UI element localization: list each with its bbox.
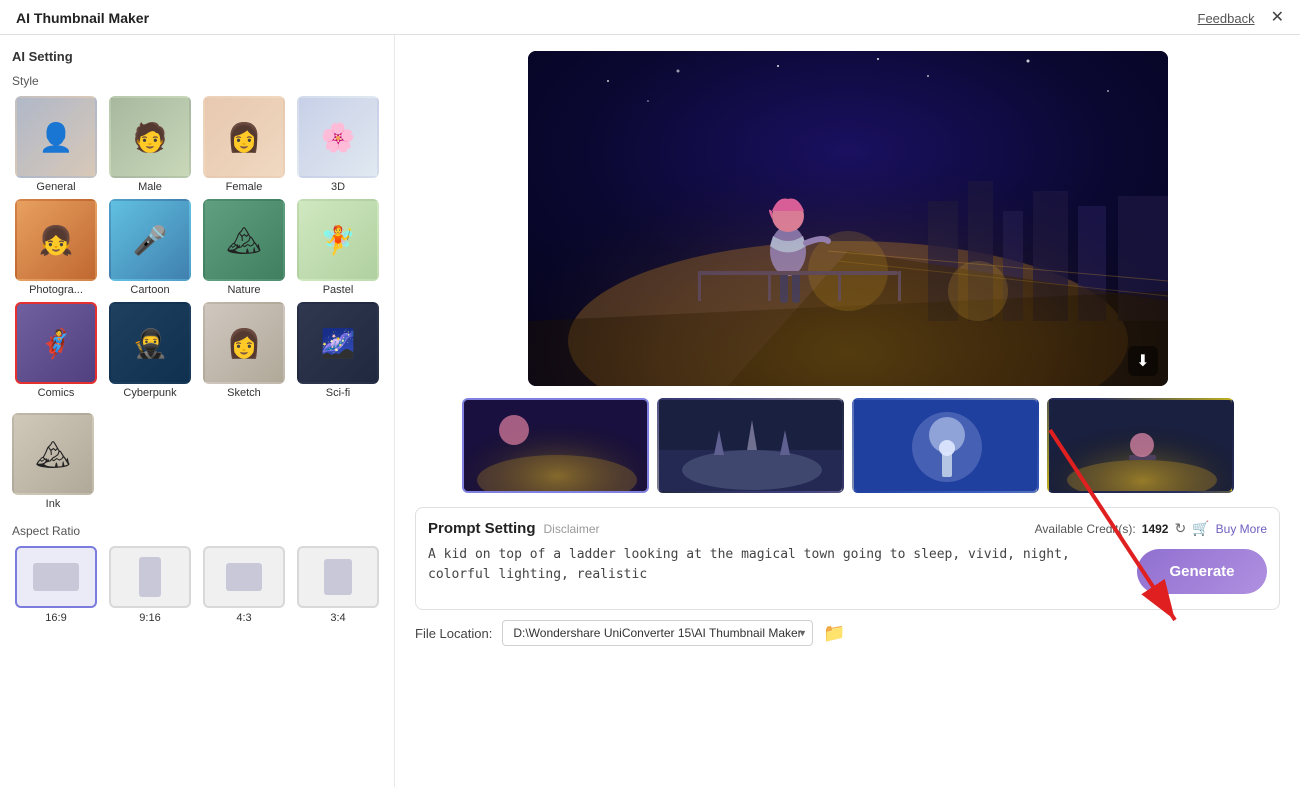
disclaimer-link[interactable]: Disclaimer [544, 522, 600, 536]
aspect-inner-34 [324, 559, 352, 595]
style-label-sketch: Sketch [227, 387, 261, 399]
aspect-inner-169 [33, 563, 79, 591]
aspect-box-169 [15, 546, 97, 608]
buy-more-button[interactable]: Buy More [1216, 522, 1267, 536]
thumbnail-4[interactable] [1047, 398, 1234, 493]
style-label-cyberpunk: Cyberpunk [123, 387, 176, 399]
style-label-nature: Nature [227, 284, 260, 296]
app-window: AI Thumbnail Maker Feedback ✕ AI Setting… [0, 0, 1300, 787]
style-label-3d: 3D [331, 181, 345, 193]
aspect-item-34[interactable]: 3:4 [294, 546, 382, 624]
thumbnail-1[interactable] [462, 398, 649, 493]
file-location-label: File Location: [415, 626, 492, 641]
style-item-comics[interactable]: 🦸 Comics [12, 302, 100, 399]
style-item-male[interactable]: 🧑 Male [106, 96, 194, 193]
credits-label: Available Credit(s): [1035, 522, 1136, 536]
thumbnail-3[interactable] [852, 398, 1039, 493]
aspect-box-43 [203, 546, 285, 608]
prompt-section: Prompt Setting Disclaimer Available Cred… [415, 507, 1280, 610]
buy-more-icon: 🛒 [1192, 520, 1209, 537]
prompt-header: Prompt Setting Disclaimer Available Cred… [428, 520, 1267, 537]
aspect-item-916[interactable]: 9:16 [106, 546, 194, 624]
style-item-sketch[interactable]: 👩 Sketch [200, 302, 288, 399]
style-label-female: Female [226, 181, 263, 193]
app-title: AI Thumbnail Maker [16, 10, 149, 26]
folder-icon[interactable]: 📁 [823, 623, 845, 644]
main-preview-image: ⬇ [528, 51, 1168, 386]
thumbnail-2[interactable] [657, 398, 844, 493]
file-location: File Location: D:\Wondershare UniConvert… [415, 610, 1280, 646]
aspect-inner-916 [139, 557, 161, 597]
style-item-general[interactable]: 👤 General [12, 96, 100, 193]
aspect-box-916 [109, 546, 191, 608]
main-preview-inner: ⬇ [528, 51, 1168, 386]
title-bar-actions: Feedback ✕ [1198, 10, 1285, 26]
aspect-ratio-section: Aspect Ratio 16:9 9:16 [12, 524, 382, 624]
style-label-ink: Ink [46, 498, 61, 510]
aspect-label-34: 3:4 [330, 612, 345, 624]
generate-button[interactable]: Generate [1137, 549, 1267, 594]
style-label-comics: Comics [38, 387, 75, 399]
aspect-item-43[interactable]: 4:3 [200, 546, 288, 624]
style-item-nature[interactable]: 🏔 Nature [200, 199, 288, 296]
aspect-ratio-label: Aspect Ratio [12, 524, 382, 538]
file-path-wrapper: D:\Wondershare UniConverter 15\AI Thumbn… [502, 620, 813, 646]
style-label: Style [12, 74, 382, 88]
style-label-male: Male [138, 181, 162, 193]
refresh-icon[interactable]: ↻ [1174, 520, 1186, 537]
file-path-select[interactable]: D:\Wondershare UniConverter 15\AI Thumbn… [502, 620, 813, 646]
preview-svg [528, 51, 1168, 386]
aspect-box-34 [297, 546, 379, 608]
download-overlay[interactable]: ⬇ [1128, 346, 1157, 376]
style-label-photogra: Photogra... [29, 284, 83, 296]
aspect-ratio-grid: 16:9 9:16 4:3 [12, 546, 382, 624]
title-bar: AI Thumbnail Maker Feedback ✕ [0, 0, 1300, 35]
style-item-photogra[interactable]: 👧 Photogra... [12, 199, 100, 296]
style-item-3d[interactable]: 🌸 3D [294, 96, 382, 193]
credits-count: 1492 [1142, 522, 1169, 536]
ai-setting-label: AI Setting [12, 49, 382, 64]
feedback-link[interactable]: Feedback [1198, 11, 1255, 26]
aspect-label-169: 16:9 [45, 612, 66, 624]
aspect-label-43: 4:3 [236, 612, 251, 624]
left-panel: AI Setting Style 👤 General 🧑 Male 👩 Fema… [0, 35, 395, 787]
style-item-cyberpunk[interactable]: 🥷 Cyberpunk [106, 302, 194, 399]
style-item-scifi[interactable]: 🌌 Sci-fi [294, 302, 382, 399]
credits-area: Available Credit(s): 1492 ↻ 🛒 Buy More [1035, 520, 1267, 537]
aspect-item-169[interactable]: 16:9 [12, 546, 100, 624]
preview-area: ⬇ [415, 51, 1280, 386]
main-content: AI Setting Style 👤 General 🧑 Male 👩 Fema… [0, 35, 1300, 787]
style-label-cartoon: Cartoon [130, 284, 169, 296]
style-item-ink[interactable]: 🏔 Ink [12, 413, 94, 510]
prompt-row: Generate [428, 545, 1267, 597]
prompt-textarea[interactable] [428, 545, 1127, 597]
thumbnail-strip [415, 398, 1280, 493]
style-item-cartoon[interactable]: 🎤 Cartoon [106, 199, 194, 296]
style-label-general: General [36, 181, 75, 193]
style-item-female[interactable]: 👩 Female [200, 96, 288, 193]
aspect-inner-43 [226, 563, 262, 591]
style-label-pastel: Pastel [323, 284, 354, 296]
aspect-label-916: 9:16 [139, 612, 160, 624]
style-label-scifi: Sci-fi [326, 387, 350, 399]
style-grid: 👤 General 🧑 Male 👩 Female 🌸 3D 👧 [12, 96, 382, 399]
right-panel: ⬇ [395, 35, 1300, 787]
close-button[interactable]: ✕ [1271, 10, 1284, 26]
prompt-title: Prompt Setting [428, 520, 536, 537]
style-item-pastel[interactable]: 🧚 Pastel [294, 199, 382, 296]
